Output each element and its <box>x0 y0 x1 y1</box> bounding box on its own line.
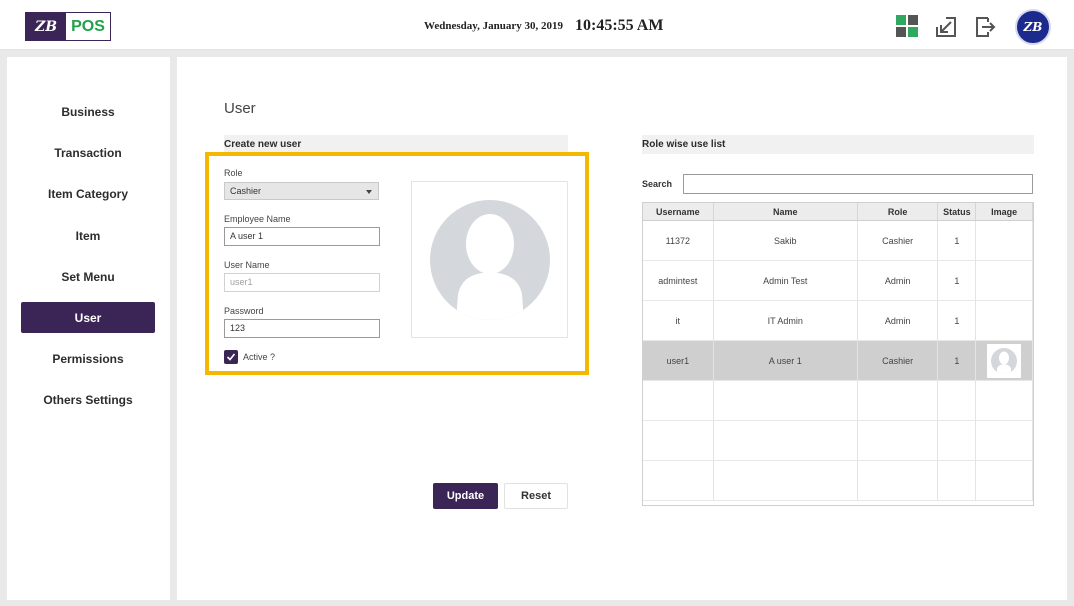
header-date: Wednesday, January 30, 2019 <box>424 20 564 32</box>
cell-image <box>976 301 1033 340</box>
sidebar-item-transaction[interactable]: Transaction <box>21 137 155 168</box>
sidebar-item-permissions[interactable]: Permissions <box>21 343 155 374</box>
sidebar-item-item[interactable]: Item <box>21 220 155 251</box>
logo-text: POS <box>71 17 105 35</box>
search-input[interactable] <box>683 174 1033 194</box>
user-name-label: User Name <box>224 260 270 270</box>
table-row-empty <box>643 421 1033 461</box>
table-row-selected[interactable]: user1 A user 1 Cashier 1 <box>643 341 1033 381</box>
minimize-window-icon[interactable] <box>934 15 958 39</box>
active-checkbox[interactable] <box>224 350 238 364</box>
user-photo-box[interactable] <box>411 181 568 338</box>
table-row-empty <box>643 381 1033 421</box>
cell-role: Cashier <box>858 221 939 260</box>
role-label: Role <box>224 168 243 178</box>
column-header-image[interactable]: Image <box>976 203 1033 220</box>
user-placeholder-icon <box>991 347 1018 374</box>
user-placeholder-icon <box>430 200 550 320</box>
password-label: Password <box>224 306 264 316</box>
cell-username: admintest <box>643 261 714 300</box>
check-icon <box>226 353 236 361</box>
cell-status: 1 <box>938 261 977 300</box>
update-button[interactable]: Update <box>433 483 498 509</box>
logo-mark: ZB <box>26 13 66 40</box>
cell-name: Sakib <box>714 221 858 260</box>
app-logo: ZB POS <box>25 12 111 41</box>
table-row-empty <box>643 461 1033 501</box>
header-time: 10:45:55 AM <box>575 17 664 34</box>
user-name-input: user1 <box>224 273 380 292</box>
reset-button[interactable]: Reset <box>504 483 568 509</box>
cell-username: it <box>643 301 714 340</box>
search-label: Search <box>642 179 673 189</box>
cell-image <box>976 341 1033 380</box>
sidebar: Business Transaction Item Category Item … <box>7 57 170 600</box>
cell-role: Cashier <box>858 341 939 380</box>
column-header-role[interactable]: Role <box>858 203 939 220</box>
cell-name: A user 1 <box>714 341 858 380</box>
sidebar-item-item-category[interactable]: Item Category <box>21 178 155 209</box>
table-row[interactable]: it IT Admin Admin 1 <box>643 301 1033 341</box>
column-header-status[interactable]: Status <box>938 203 977 220</box>
column-header-username[interactable]: Username <box>643 203 714 220</box>
user-avatar[interactable]: ZB <box>1015 9 1051 45</box>
logout-icon[interactable] <box>973 15 997 39</box>
sidebar-item-user[interactable]: User <box>21 302 155 333</box>
active-label: Active ? <box>243 352 276 362</box>
dashboard-grid-icon[interactable] <box>896 15 920 39</box>
cell-status: 1 <box>938 341 977 380</box>
user-table: Username Name Role Status Image 11372 Sa… <box>642 202 1034 506</box>
sidebar-item-set-menu[interactable]: Set Menu <box>21 261 155 292</box>
cell-name: Admin Test <box>714 261 858 300</box>
cell-image <box>976 261 1033 300</box>
cell-username: user1 <box>643 341 714 380</box>
table-row[interactable]: 11372 Sakib Cashier 1 <box>643 221 1033 261</box>
cell-status: 1 <box>938 301 977 340</box>
user-thumbnail <box>987 343 1022 378</box>
sidebar-item-business[interactable]: Business <box>21 96 155 127</box>
table-header: Username Name Role Status Image <box>643 203 1033 221</box>
cell-status: 1 <box>938 221 977 260</box>
cell-name: IT Admin <box>714 301 858 340</box>
role-select-value: Cashier <box>230 186 262 196</box>
cell-username: 11372 <box>643 221 714 260</box>
column-header-name[interactable]: Name <box>714 203 858 220</box>
cell-image <box>976 221 1033 260</box>
password-input[interactable]: 123 <box>224 319 380 338</box>
chevron-down-icon <box>366 190 372 194</box>
cell-role: Admin <box>858 261 939 300</box>
employee-name-label: Employee Name <box>224 214 291 224</box>
role-list-section-title: Role wise use list <box>642 135 1034 154</box>
role-select[interactable]: Cashier <box>224 182 379 200</box>
sidebar-item-others-settings[interactable]: Others Settings <box>21 384 155 415</box>
page-title: User <box>224 100 256 117</box>
table-row[interactable]: admintest Admin Test Admin 1 <box>643 261 1033 301</box>
employee-name-input[interactable]: A user 1 <box>224 227 380 246</box>
cell-role: Admin <box>858 301 939 340</box>
top-header: ZB POS Wednesday, January 30, 2019 10:45… <box>0 0 1074 50</box>
